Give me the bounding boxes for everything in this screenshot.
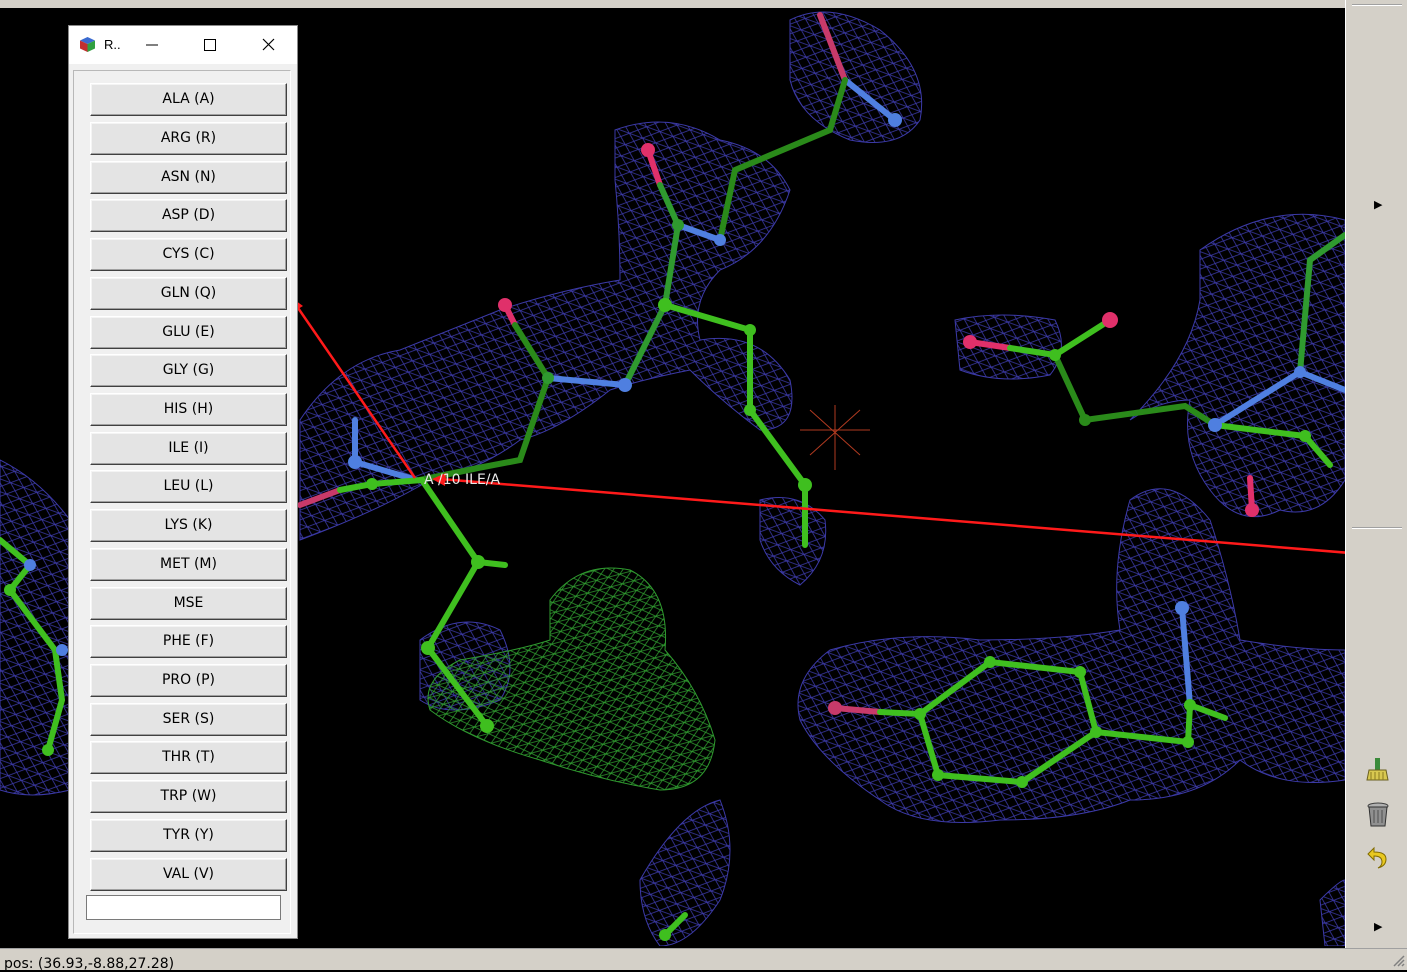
water-marker [800, 405, 870, 470]
residue-button-lys[interactable]: LYS (K) [90, 509, 287, 542]
minimize-icon [146, 44, 158, 46]
broom-icon[interactable] [1366, 756, 1390, 781]
residue-button-his[interactable]: HIS (H) [90, 393, 287, 426]
maximize-icon [204, 39, 216, 51]
difference-map-mesh [427, 567, 716, 791]
right-toolbar: ▶ ▶ [1345, 0, 1407, 948]
residue-button-asp[interactable]: ASP (D) [90, 199, 287, 232]
resize-grip-icon[interactable] [1391, 953, 1405, 967]
residue-button-gln[interactable]: GLN (Q) [90, 277, 287, 310]
residue-button-pro[interactable]: PRO (P) [90, 664, 287, 697]
residue-button-arg[interactable]: ARG (R) [90, 122, 287, 155]
residue-button-tyr[interactable]: TYR (Y) [90, 819, 287, 852]
toolbar-divider [1352, 527, 1402, 529]
dialog-title: R.. [104, 37, 121, 52]
close-icon [262, 38, 275, 51]
coot-cube-icon [80, 37, 95, 52]
residue-button-met[interactable]: MET (M) [90, 548, 287, 581]
residue-type-dialog: R.. ALA (A) ARG (R) ASN (N) ASP (D) CYS … [68, 25, 298, 939]
minimize-button[interactable] [123, 26, 181, 64]
status-bar: pos: (36.93,-8.88,27.28) [0, 948, 1407, 972]
residue-button-gly[interactable]: GLY (G) [90, 354, 287, 387]
residue-button-val[interactable]: VAL (V) [90, 858, 287, 891]
residue-type-entry[interactable] [86, 895, 281, 920]
toolbar-divider [1352, 4, 1402, 6]
expand-arrow-icon[interactable]: ▶ [1374, 198, 1382, 211]
undo-icon[interactable] [1366, 842, 1390, 869]
dialog-titlebar[interactable]: R.. [69, 26, 297, 64]
residue-button-ala[interactable]: ALA (A) [90, 83, 287, 116]
residue-button-ile[interactable]: ILE (I) [90, 432, 287, 465]
residue-button-cys[interactable]: CYS (C) [90, 238, 287, 271]
residue-button-glu[interactable]: GLU (E) [90, 316, 287, 349]
close-button[interactable] [239, 26, 297, 64]
expand-arrow-icon-bottom[interactable]: ▶ [1374, 920, 1382, 933]
residue-button-asn[interactable]: ASN (N) [90, 161, 287, 194]
residue-button-ser[interactable]: SER (S) [90, 703, 287, 736]
residue-button-trp[interactable]: TRP (W) [90, 780, 287, 813]
dialog-body: ALA (A) ARG (R) ASN (N) ASP (D) CYS (C) … [73, 70, 291, 934]
atom-label: A /10 ILE/A [424, 472, 501, 488]
residue-button-leu[interactable]: LEU (L) [90, 470, 287, 503]
maximize-button[interactable] [181, 26, 239, 64]
residue-button-phe[interactable]: PHE (F) [90, 625, 287, 658]
residue-button-thr[interactable]: THR (T) [90, 741, 287, 774]
residue-button-mse[interactable]: MSE [90, 587, 287, 620]
trash-icon[interactable] [1366, 800, 1390, 827]
